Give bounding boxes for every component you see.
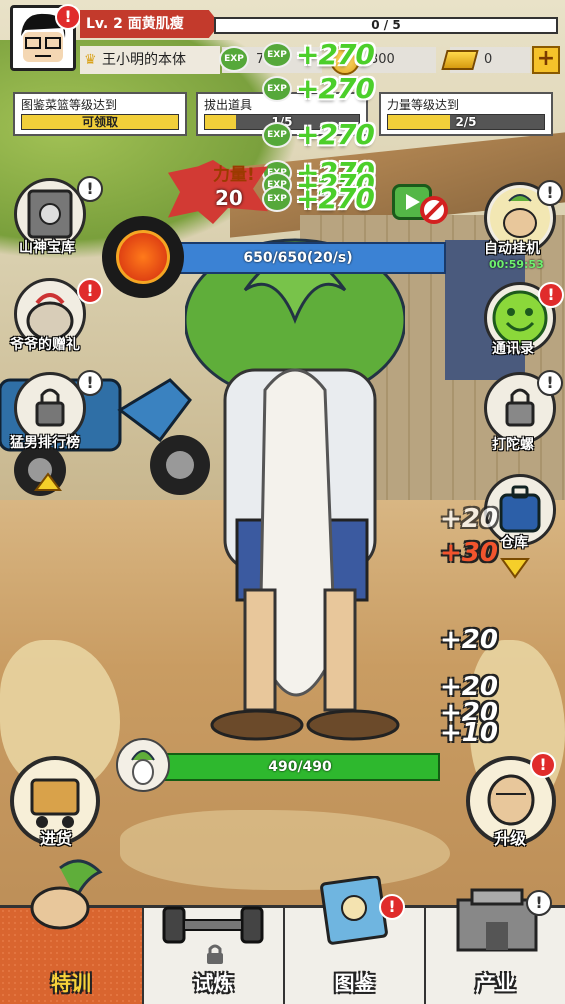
stamina-text: 490/490 (268, 759, 332, 775)
tab-encyclopedia[interactable]: ! 图鉴 (283, 876, 424, 1004)
industry-alert-badge: ! (526, 890, 552, 916)
player-name: 王小明的本体 (80, 46, 220, 74)
tab-industry-label: 产业 (475, 971, 516, 995)
task-card-2[interactable]: 力量等级达到 2/5 (379, 92, 553, 136)
exp-popup-value: +270 (296, 118, 375, 151)
task-progress-bar: 2/5 (387, 114, 545, 130)
trial-lock-icon (207, 944, 223, 964)
leaderboard-label: 猛男排行榜 (10, 435, 80, 451)
spin-top-label: 打陀螺 (492, 437, 534, 453)
upgrade-label: 升级 (494, 829, 527, 848)
power-label: 力量! (213, 165, 255, 185)
radish-fist-icon (30, 859, 103, 930)
contacts-label: 通讯录 (492, 341, 534, 357)
floating-number: +20 (440, 625, 498, 655)
task-card-0[interactable]: 图鉴菜篮等级达到 可领取 (13, 92, 187, 136)
encyclopedia-alert-badge: ! (379, 894, 405, 920)
add-gold-button[interactable]: + (532, 46, 560, 74)
xp-progress-text: 0 / 5 (371, 18, 401, 32)
restock-label: 进货 (40, 829, 73, 848)
gift-alert-badge: ! (77, 278, 103, 304)
exp-popup-value: +270 (296, 182, 375, 215)
exp-icon: EXP (262, 186, 292, 212)
warehouse-label: 仓库 (500, 535, 528, 551)
tab-trial[interactable]: 试炼 (142, 905, 283, 1004)
tab-encyclopedia-label: 图鉴 (334, 971, 375, 995)
gold-counter-value: 0 (484, 52, 493, 67)
contacts-alert-badge: ! (538, 282, 564, 308)
vault-alert-badge: ! (77, 176, 103, 202)
level-banner: Lv. 2 面黄肌瘦 (80, 10, 220, 38)
tab-trial-label: 试炼 (193, 971, 234, 995)
xp-progress-bar: 0 / 5 (214, 17, 558, 34)
gold-bar-icon (441, 50, 479, 70)
exp-popup-value: +270 (296, 72, 375, 105)
expand-down-arrow-icon[interactable] (500, 555, 530, 579)
floating-number: +30 (440, 538, 498, 568)
angry-face-icon (116, 230, 170, 284)
power-value: 20 (215, 186, 243, 210)
boss-hp-bar: 650/650(20/s) (150, 242, 446, 274)
exp-icon: EXP (262, 42, 292, 68)
crown-icon: ♛ (84, 52, 97, 68)
boss-hp-text: 650/650(20/s) (243, 250, 353, 266)
task-title: 力量等级达到 (387, 98, 460, 112)
auto-idle-label: 自动挂机 (484, 241, 540, 257)
tab-training-label: 特训 (51, 971, 91, 995)
exp-popup-value: +270 (296, 38, 375, 71)
exp-currency-icon: EXP (219, 46, 249, 72)
task-title: 图鉴菜篮等级达到 (21, 98, 118, 112)
avatar-alert-badge: ! (55, 4, 81, 30)
tab-training[interactable]: 特训 (0, 859, 142, 1004)
tab-industry[interactable]: ! 产业 (424, 888, 565, 1004)
auto-idle-alert-badge: ! (537, 180, 563, 206)
radish-icon (116, 738, 170, 792)
collapse-up-arrow-icon[interactable] (34, 470, 62, 492)
floating-number: +10 (440, 718, 498, 748)
floating-number: +20 (440, 504, 498, 534)
leaderboard-alert-badge: ! (77, 370, 103, 396)
task-progress-bar: 可领取 (21, 114, 179, 130)
auto-idle-timer: 00:59:53 (489, 258, 544, 271)
boss-emblem (102, 216, 184, 298)
radish-glyph-icon (131, 750, 155, 785)
spin-top-alert-badge: ! (537, 370, 563, 396)
task-status: 2/5 (455, 115, 477, 129)
disabled-icon (420, 196, 448, 224)
bottom-nav: 特训 试炼 ! 图鉴 ! 产业 (0, 859, 565, 1004)
grandpa-gift-label: 爷爷的赠礼 (10, 337, 80, 353)
exp-icon: EXP (262, 76, 292, 102)
mountain-vault-label: 山神宝库 (19, 240, 75, 256)
task-status: 可领取 (81, 115, 118, 129)
stamina-bar: 490/490 (160, 753, 440, 781)
character-holding-radish (185, 238, 405, 741)
exp-icon: EXP (262, 122, 292, 148)
game-scene (0, 0, 565, 1004)
upgrade-alert-badge: ! (530, 752, 556, 778)
